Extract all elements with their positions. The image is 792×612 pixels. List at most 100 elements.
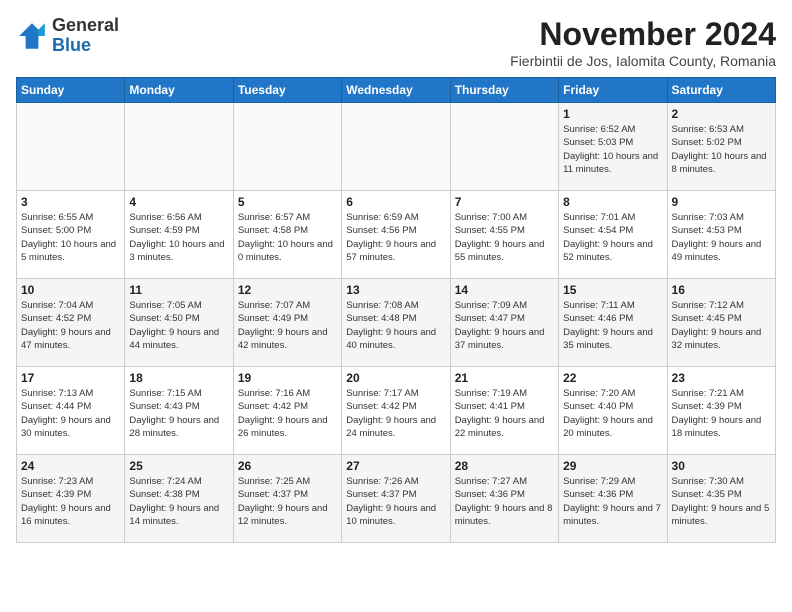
day-info: Sunrise: 7:12 AM Sunset: 4:45 PM Dayligh… <box>672 299 771 352</box>
day-info: Sunrise: 7:23 AM Sunset: 4:39 PM Dayligh… <box>21 475 120 528</box>
week-row-5: 24 Sunrise: 7:23 AM Sunset: 4:39 PM Dayli… <box>17 455 776 543</box>
day-number: 24 <box>21 459 120 473</box>
calendar-cell: 5Sunrise: 6:57 AM Sunset: 4:58 PM Daylig… <box>233 191 341 279</box>
day-info: Sunrise: 7:21 AM Sunset: 4:39 PM Dayligh… <box>672 387 771 440</box>
calendar-cell: 11 Sunrise: 7:05 AM Sunset: 4:50 PM Dayli… <box>125 279 233 367</box>
day-number: 9 <box>672 195 771 209</box>
weekday-wednesday: Wednesday <box>342 78 450 103</box>
week-row-2: 3 Sunrise: 6:55 AM Sunset: 5:00 PM Daylig… <box>17 191 776 279</box>
day-info: Sunrise: 7:27 AM Sunset: 4:36 PM Dayligh… <box>455 475 554 528</box>
calendar-cell: 8 Sunrise: 7:01 AM Sunset: 4:54 PM Daylig… <box>559 191 667 279</box>
day-number: 8 <box>563 195 662 209</box>
day-number: 4 <box>129 195 228 209</box>
day-info: Sunrise: 6:52 AM Sunset: 5:03 PM Dayligh… <box>563 123 662 176</box>
calendar-cell: 24 Sunrise: 7:23 AM Sunset: 4:39 PM Dayli… <box>17 455 125 543</box>
day-number: 15 <box>563 283 662 297</box>
day-number: 25 <box>129 459 228 473</box>
weekday-thursday: Thursday <box>450 78 558 103</box>
day-info: Sunrise: 6:55 AM Sunset: 5:00 PM Dayligh… <box>21 211 120 264</box>
day-info: Sunrise: 6:56 AM Sunset: 4:59 PM Dayligh… <box>129 211 228 264</box>
day-info: Sunrise: 7:09 AM Sunset: 4:47 PM Dayligh… <box>455 299 554 352</box>
day-info: Sunrise: 7:00 AM Sunset: 4:55 PM Dayligh… <box>455 211 554 264</box>
calendar-container: General Blue November 2024 Fierbintii de… <box>16 16 776 543</box>
day-number: 5 <box>238 195 337 209</box>
calendar-cell: 19 Sunrise: 7:16 AM Sunset: 4:42 PM Dayli… <box>233 367 341 455</box>
calendar-cell <box>125 103 233 191</box>
calendar-cell: 12 Sunrise: 7:07 AM Sunset: 4:49 PM Dayli… <box>233 279 341 367</box>
day-number: 27 <box>346 459 445 473</box>
day-info: Sunrise: 7:17 AM Sunset: 4:42 PM Dayligh… <box>346 387 445 440</box>
day-info: Sunrise: 7:08 AM Sunset: 4:48 PM Dayligh… <box>346 299 445 352</box>
calendar-cell: 2 Sunrise: 6:53 AM Sunset: 5:02 PM Daylig… <box>667 103 775 191</box>
week-row-3: 10Sunrise: 7:04 AM Sunset: 4:52 PM Dayli… <box>17 279 776 367</box>
day-number: 12 <box>238 283 337 297</box>
calendar-cell: 27 Sunrise: 7:26 AM Sunset: 4:37 PM Dayli… <box>342 455 450 543</box>
calendar-cell: 21Sunrise: 7:19 AM Sunset: 4:41 PM Dayli… <box>450 367 558 455</box>
calendar-cell <box>342 103 450 191</box>
day-info: Sunrise: 7:07 AM Sunset: 4:49 PM Dayligh… <box>238 299 337 352</box>
day-info: Sunrise: 7:11 AM Sunset: 4:46 PM Dayligh… <box>563 299 662 352</box>
calendar-cell <box>233 103 341 191</box>
day-number: 26 <box>238 459 337 473</box>
day-number: 3 <box>21 195 120 209</box>
day-number: 14 <box>455 283 554 297</box>
day-number: 13 <box>346 283 445 297</box>
day-number: 29 <box>563 459 662 473</box>
day-info: Sunrise: 6:53 AM Sunset: 5:02 PM Dayligh… <box>672 123 771 176</box>
day-info: Sunrise: 7:25 AM Sunset: 4:37 PM Dayligh… <box>238 475 337 528</box>
day-info: Sunrise: 6:59 AM Sunset: 4:56 PM Dayligh… <box>346 211 445 264</box>
week-row-4: 17Sunrise: 7:13 AM Sunset: 4:44 PM Dayli… <box>17 367 776 455</box>
day-number: 23 <box>672 371 771 385</box>
calendar-cell: 14 Sunrise: 7:09 AM Sunset: 4:47 PM Dayli… <box>450 279 558 367</box>
calendar-cell: 29 Sunrise: 7:29 AM Sunset: 4:36 PM Dayli… <box>559 455 667 543</box>
calendar-cell: 1 Sunrise: 6:52 AM Sunset: 5:03 PM Daylig… <box>559 103 667 191</box>
day-number: 1 <box>563 107 662 121</box>
calendar-table: SundayMondayTuesdayWednesdayThursdayFrid… <box>16 77 776 543</box>
weekday-header-row: SundayMondayTuesdayWednesdayThursdayFrid… <box>17 78 776 103</box>
calendar-cell: 15 Sunrise: 7:11 AM Sunset: 4:46 PM Dayli… <box>559 279 667 367</box>
header: General Blue November 2024 Fierbintii de… <box>16 16 776 69</box>
calendar-cell: 3 Sunrise: 6:55 AM Sunset: 5:00 PM Daylig… <box>17 191 125 279</box>
calendar-cell: 13 Sunrise: 7:08 AM Sunset: 4:48 PM Dayli… <box>342 279 450 367</box>
day-info: Sunrise: 7:04 AM Sunset: 4:52 PM Dayligh… <box>21 299 120 352</box>
day-number: 11 <box>129 283 228 297</box>
day-info: Sunrise: 7:03 AM Sunset: 4:53 PM Dayligh… <box>672 211 771 264</box>
logo: General Blue <box>16 16 119 56</box>
day-number: 20 <box>346 371 445 385</box>
day-info: Sunrise: 7:26 AM Sunset: 4:37 PM Dayligh… <box>346 475 445 528</box>
weekday-saturday: Saturday <box>667 78 775 103</box>
calendar-cell: 17Sunrise: 7:13 AM Sunset: 4:44 PM Dayli… <box>17 367 125 455</box>
day-info: Sunrise: 7:01 AM Sunset: 4:54 PM Dayligh… <box>563 211 662 264</box>
day-number: 19 <box>238 371 337 385</box>
day-info: Sunrise: 7:29 AM Sunset: 4:36 PM Dayligh… <box>563 475 662 528</box>
day-info: Sunrise: 7:16 AM Sunset: 4:42 PM Dayligh… <box>238 387 337 440</box>
calendar-cell: 7 Sunrise: 7:00 AM Sunset: 4:55 PM Daylig… <box>450 191 558 279</box>
day-number: 18 <box>129 371 228 385</box>
day-info: Sunrise: 7:15 AM Sunset: 4:43 PM Dayligh… <box>129 387 228 440</box>
day-number: 30 <box>672 459 771 473</box>
calendar-cell: 25Sunrise: 7:24 AM Sunset: 4:38 PM Dayli… <box>125 455 233 543</box>
day-number: 22 <box>563 371 662 385</box>
calendar-cell: 22 Sunrise: 7:20 AM Sunset: 4:40 PM Dayli… <box>559 367 667 455</box>
day-info: Sunrise: 7:20 AM Sunset: 4:40 PM Dayligh… <box>563 387 662 440</box>
calendar-cell <box>450 103 558 191</box>
day-info: Sunrise: 7:30 AM Sunset: 4:35 PM Dayligh… <box>672 475 771 528</box>
week-row-1: 1 Sunrise: 6:52 AM Sunset: 5:03 PM Daylig… <box>17 103 776 191</box>
calendar-subtitle: Fierbintii de Jos, Ialomita County, Roma… <box>510 53 776 69</box>
day-number: 28 <box>455 459 554 473</box>
day-number: 21 <box>455 371 554 385</box>
calendar-cell: 4 Sunrise: 6:56 AM Sunset: 4:59 PM Daylig… <box>125 191 233 279</box>
day-number: 2 <box>672 107 771 121</box>
day-info: Sunrise: 7:05 AM Sunset: 4:50 PM Dayligh… <box>129 299 228 352</box>
day-number: 6 <box>346 195 445 209</box>
calendar-cell: 16Sunrise: 7:12 AM Sunset: 4:45 PM Dayli… <box>667 279 775 367</box>
calendar-cell: 6 Sunrise: 6:59 AM Sunset: 4:56 PM Daylig… <box>342 191 450 279</box>
day-number: 7 <box>455 195 554 209</box>
logo-blue-text: Blue <box>52 35 91 55</box>
weekday-monday: Monday <box>125 78 233 103</box>
calendar-cell <box>17 103 125 191</box>
weekday-friday: Friday <box>559 78 667 103</box>
weekday-tuesday: Tuesday <box>233 78 341 103</box>
calendar-title: November 2024 <box>510 16 776 53</box>
logo-icon <box>16 20 48 52</box>
